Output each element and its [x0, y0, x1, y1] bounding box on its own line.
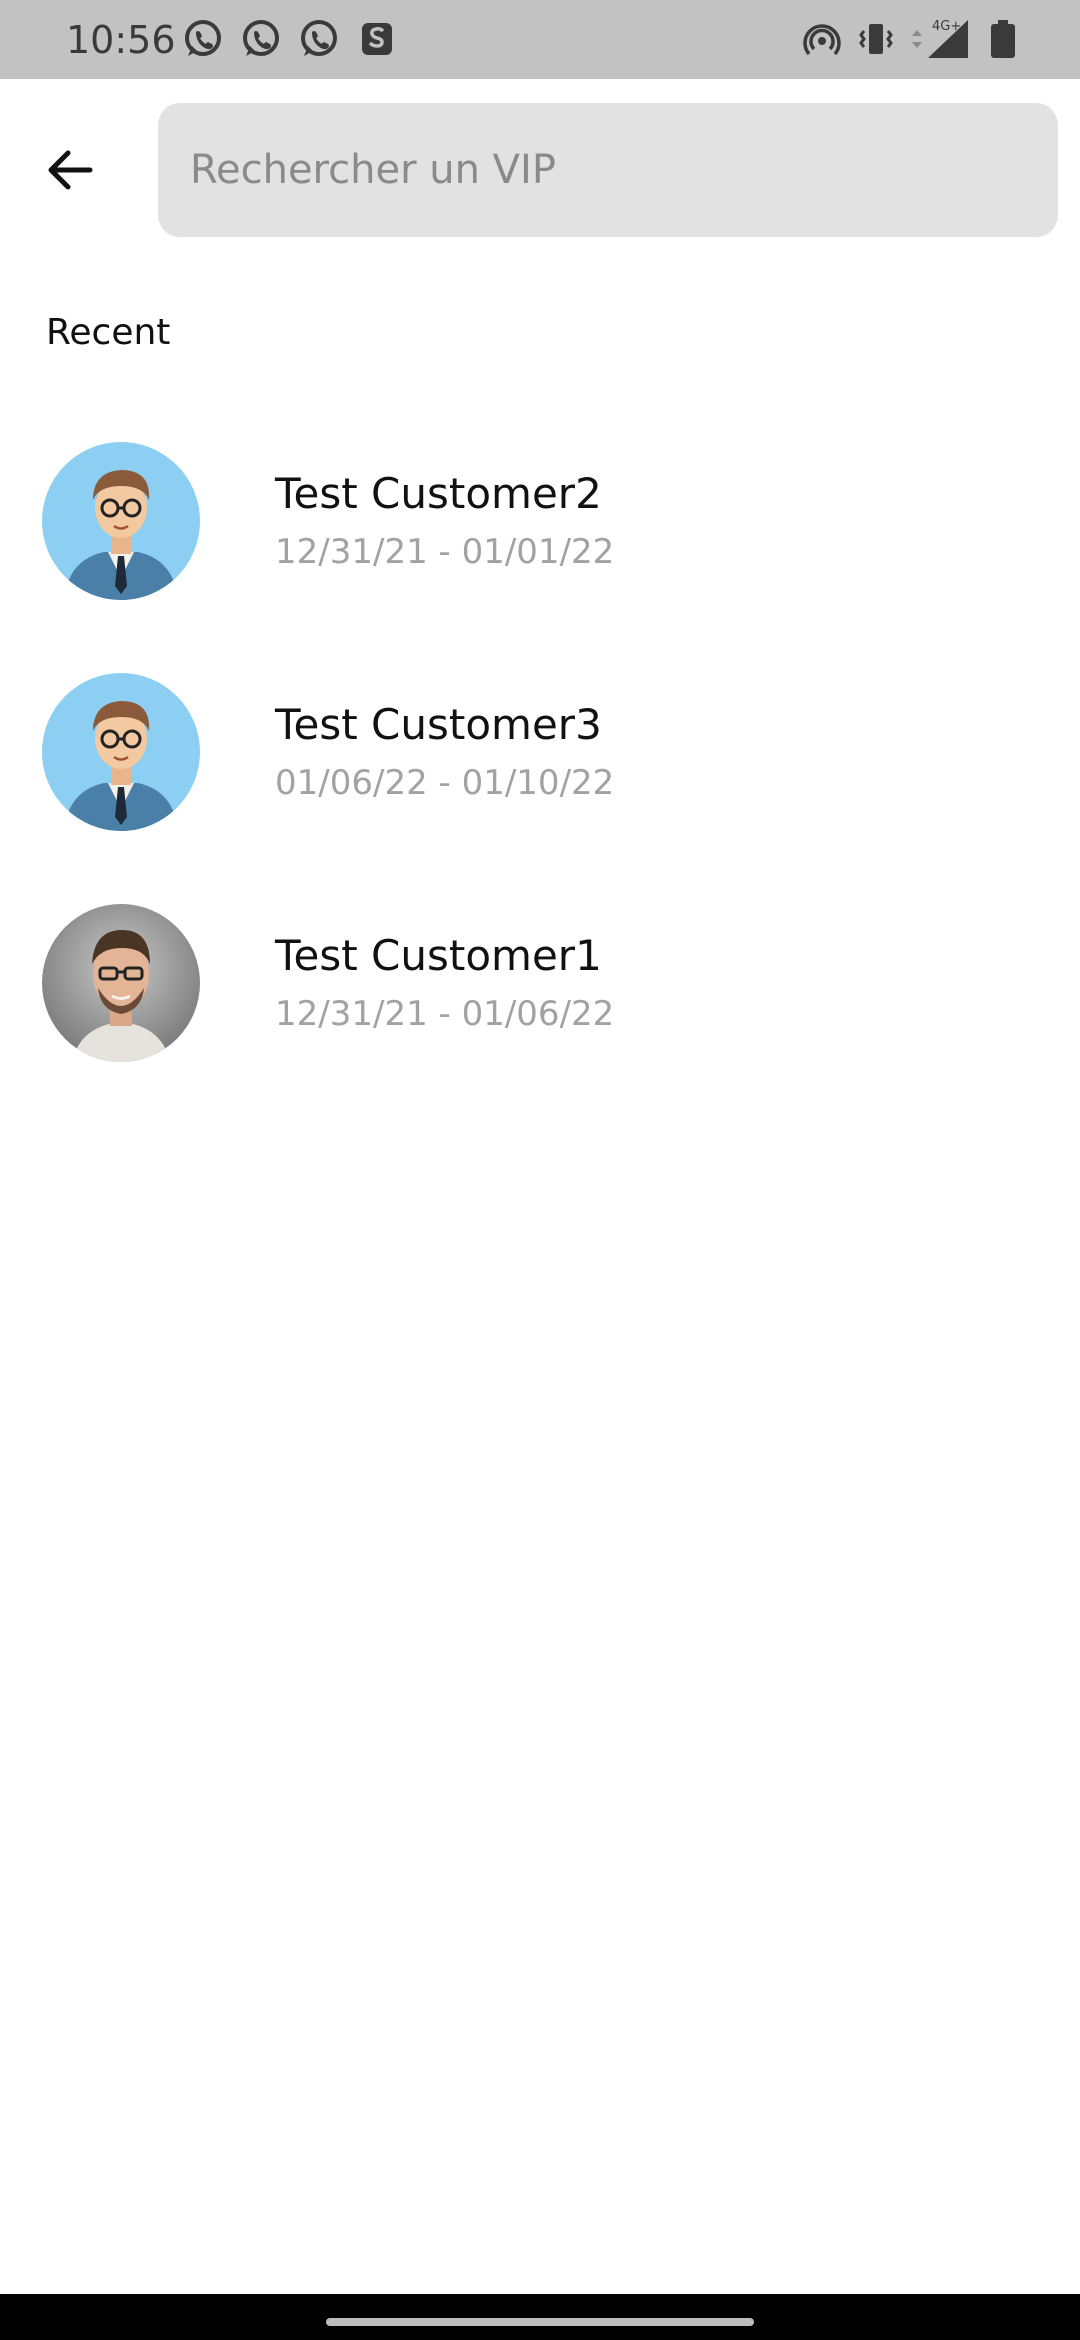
- notification-icons: [182, 18, 398, 60]
- recent-section-title: Recent: [46, 312, 171, 353]
- status-time: 10:56: [66, 18, 176, 62]
- s-app-icon: [362, 23, 392, 55]
- status-bar: 10:56 4G+: [0, 0, 1080, 79]
- customer-avatar: [42, 904, 200, 1062]
- back-button[interactable]: [30, 130, 110, 210]
- arrow-left-icon: [48, 150, 93, 190]
- photo-avatar-image: [42, 904, 200, 1062]
- customer-avatar: [42, 673, 200, 831]
- customer-list-item[interactable]: Test Customer2 12/31/21 - 01/01/22: [0, 420, 1080, 651]
- customer-dates: 12/31/21 - 01/06/22: [275, 994, 615, 1034]
- recent-customer-list: Test Customer2 12/31/21 - 01/01/22 Test …: [0, 420, 1080, 1113]
- navigation-bar: [0, 2294, 1080, 2340]
- customer-avatar: [42, 442, 200, 600]
- cartoon-avatar-image: [42, 673, 200, 831]
- customer-name: Test Customer1: [275, 931, 602, 980]
- home-indicator[interactable]: [326, 2318, 754, 2326]
- battery-icon: [991, 20, 1015, 58]
- customer-list-item[interactable]: Test Customer1 12/31/21 - 01/06/22: [0, 882, 1080, 1113]
- customer-dates: 12/31/21 - 01/01/22: [275, 532, 615, 572]
- whatsapp-icon: [185, 20, 221, 56]
- search-input[interactable]: [190, 103, 1030, 237]
- svg-text:4G+: 4G+: [932, 19, 961, 34]
- customer-dates: 01/06/22 - 01/10/22: [275, 763, 615, 803]
- cartoon-avatar-image: [42, 442, 200, 600]
- search-box[interactable]: [158, 103, 1058, 237]
- whatsapp-icon: [301, 20, 337, 56]
- system-icons: 4G+: [802, 16, 1018, 62]
- customer-list-item[interactable]: Test Customer3 01/06/22 - 01/10/22: [0, 651, 1080, 882]
- hotspot-icon: [803, 24, 841, 56]
- customer-name: Test Customer3: [275, 700, 602, 749]
- screen: 10:56 4G+ Rechercher un VIP Recent Test …: [0, 0, 1080, 2340]
- vibrate-icon: [859, 24, 893, 54]
- whatsapp-icon: [243, 20, 279, 56]
- signal-4g-icon: 4G+: [912, 19, 968, 58]
- customer-name: Test Customer2: [275, 469, 602, 518]
